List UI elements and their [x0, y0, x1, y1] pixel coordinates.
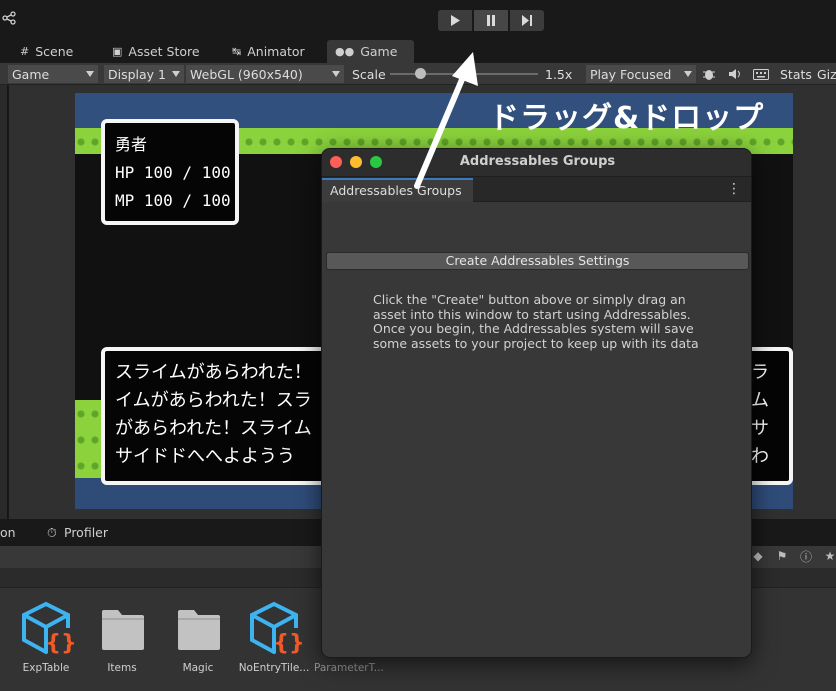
- message-line: ム: [751, 390, 769, 411]
- svg-text:{}: {}: [45, 631, 76, 656]
- hero-name: 勇者: [115, 135, 148, 154]
- game-select-value: Game: [12, 66, 50, 82]
- message-line: があらわれた！スライム: [115, 418, 312, 439]
- chevron-down-icon: [86, 71, 94, 77]
- svg-text:{}: {}: [273, 631, 304, 656]
- tab-label: Asset Store: [128, 44, 200, 59]
- playmode-controls: [438, 10, 544, 31]
- step-icon: [522, 15, 532, 26]
- drag-drop-caption: ドラッグ&ドロップ: [489, 101, 765, 136]
- tab-partial[interactable]: on: [0, 525, 16, 540]
- tab-label: Scene: [35, 44, 74, 59]
- hierarchy-strip: [0, 85, 8, 519]
- message-window: スライムがあらわれた！ イムがあらわれた！スラ があらわれた！スライム サイドド…: [101, 347, 331, 485]
- message-line: イムがあらわれた！スラ: [115, 390, 312, 411]
- hero-hp: HP 100 / 100: [115, 163, 231, 182]
- unity-editor: # Scene ▣ Asset Store ↹ Animator ●● Game…: [0, 0, 836, 691]
- view-tabs: # Scene ▣ Asset Store ↹ Animator ●● Game: [0, 38, 836, 63]
- tab-label: Game: [360, 44, 398, 59]
- play-icon: [451, 15, 460, 26]
- resolution-select[interactable]: WebGL (960x540): [186, 65, 344, 83]
- tab-label: Animator: [247, 44, 305, 59]
- message-line: わ: [751, 446, 769, 467]
- tab-addressables-groups[interactable]: Addressables Groups: [322, 178, 473, 202]
- tab-asset-store[interactable]: ▣ Asset Store: [104, 40, 208, 63]
- addressables-help-text: Click the "Create" button above or simpl…: [373, 292, 699, 351]
- chevron-down-icon: [172, 71, 180, 77]
- tab-scene[interactable]: # Scene: [12, 40, 81, 63]
- asset-item[interactable]: Magic: [162, 600, 234, 674]
- hero-status-window: 勇者 HP 100 / 100 MP 100 / 100: [101, 119, 239, 225]
- scale-value: 1.5x: [545, 66, 573, 82]
- asset-label: Items: [107, 662, 137, 674]
- hash-icon: #: [20, 45, 30, 58]
- folder-icon: [178, 610, 220, 650]
- asset-label: ExpTable: [22, 662, 70, 674]
- message-line: サ: [751, 418, 769, 439]
- version-control-icon[interactable]: [2, 11, 16, 25]
- tab-animator[interactable]: ↹ Animator: [224, 40, 313, 63]
- asset-label: ParameterT...: [314, 662, 384, 674]
- keyboard-icon[interactable]: [753, 65, 769, 83]
- stats-button[interactable]: Stats: [780, 65, 812, 83]
- resolution-select-value: WebGL (960x540): [190, 66, 303, 82]
- play-button[interactable]: [438, 10, 472, 31]
- scale-slider[interactable]: [390, 73, 538, 75]
- gamepad-icon: ●●: [335, 45, 355, 58]
- display-select[interactable]: Display 1: [104, 65, 184, 83]
- chevron-down-icon: [684, 71, 692, 77]
- window-titlebar[interactable]: Addressables Groups: [322, 149, 751, 177]
- addressables-groups-window[interactable]: Addressables Groups Addressables Groups …: [321, 148, 752, 658]
- bag-icon: ▣: [112, 45, 123, 58]
- asset-item[interactable]: Items: [86, 600, 158, 674]
- window-title: Addressables Groups: [459, 154, 616, 169]
- step-button[interactable]: [510, 10, 544, 31]
- more-options-icon[interactable]: ⋮: [727, 181, 741, 197]
- star-icon[interactable]: ★: [820, 546, 836, 566]
- pause-button[interactable]: [474, 10, 508, 31]
- script-asset-icon: {}: [250, 601, 305, 656]
- asset-label: NoEntryTile...: [238, 662, 310, 674]
- play-focused-value: Play Focused: [590, 66, 672, 82]
- play-focused-select[interactable]: Play Focused: [586, 65, 696, 83]
- game-select[interactable]: Game: [8, 65, 98, 83]
- tab-game[interactable]: ●● Game: [327, 40, 414, 63]
- asset-label: Magic: [182, 662, 214, 674]
- bug-icon[interactable]: [702, 65, 716, 83]
- gizmos-button[interactable]: Giz: [817, 65, 836, 83]
- tag-icon[interactable]: ⚑: [772, 546, 792, 566]
- asset-item[interactable]: {} ExpTable: [10, 600, 82, 674]
- message-line: ラ: [751, 362, 769, 383]
- animator-icon: ↹: [232, 45, 242, 58]
- script-asset-icon: {}: [22, 601, 77, 656]
- main-toolbar: [0, 0, 836, 38]
- create-addressables-settings-button[interactable]: Create Addressables Settings: [326, 252, 749, 270]
- audio-icon[interactable]: [728, 65, 742, 83]
- asset-item[interactable]: {} NoEntryTile...: [238, 600, 310, 674]
- tab-profiler[interactable]: Profiler: [64, 525, 108, 540]
- display-select-value: Display 1: [108, 66, 167, 82]
- message-line: スライムがあらわれた！: [115, 362, 312, 383]
- warning-icon[interactable]: ⓘ: [796, 546, 816, 566]
- chevron-down-icon: [332, 71, 340, 77]
- window-tabbar: Addressables Groups ⋮: [322, 177, 751, 202]
- scale-label: Scale: [352, 66, 386, 82]
- hero-mp: MP 100 / 100: [115, 191, 231, 210]
- project-toolbar-icons: ◆ ⚑ ⓘ ★: [748, 546, 836, 566]
- message-line: サイドドへへよようう: [115, 446, 295, 467]
- game-view-toolbar: Game Display 1 WebGL (960x540) Scale 1.5…: [0, 63, 836, 85]
- folder-icon: [102, 610, 144, 650]
- stopwatch-icon: ⏱: [47, 525, 57, 540]
- pause-icon: [487, 15, 495, 26]
- scale-slider-handle[interactable]: [415, 68, 426, 79]
